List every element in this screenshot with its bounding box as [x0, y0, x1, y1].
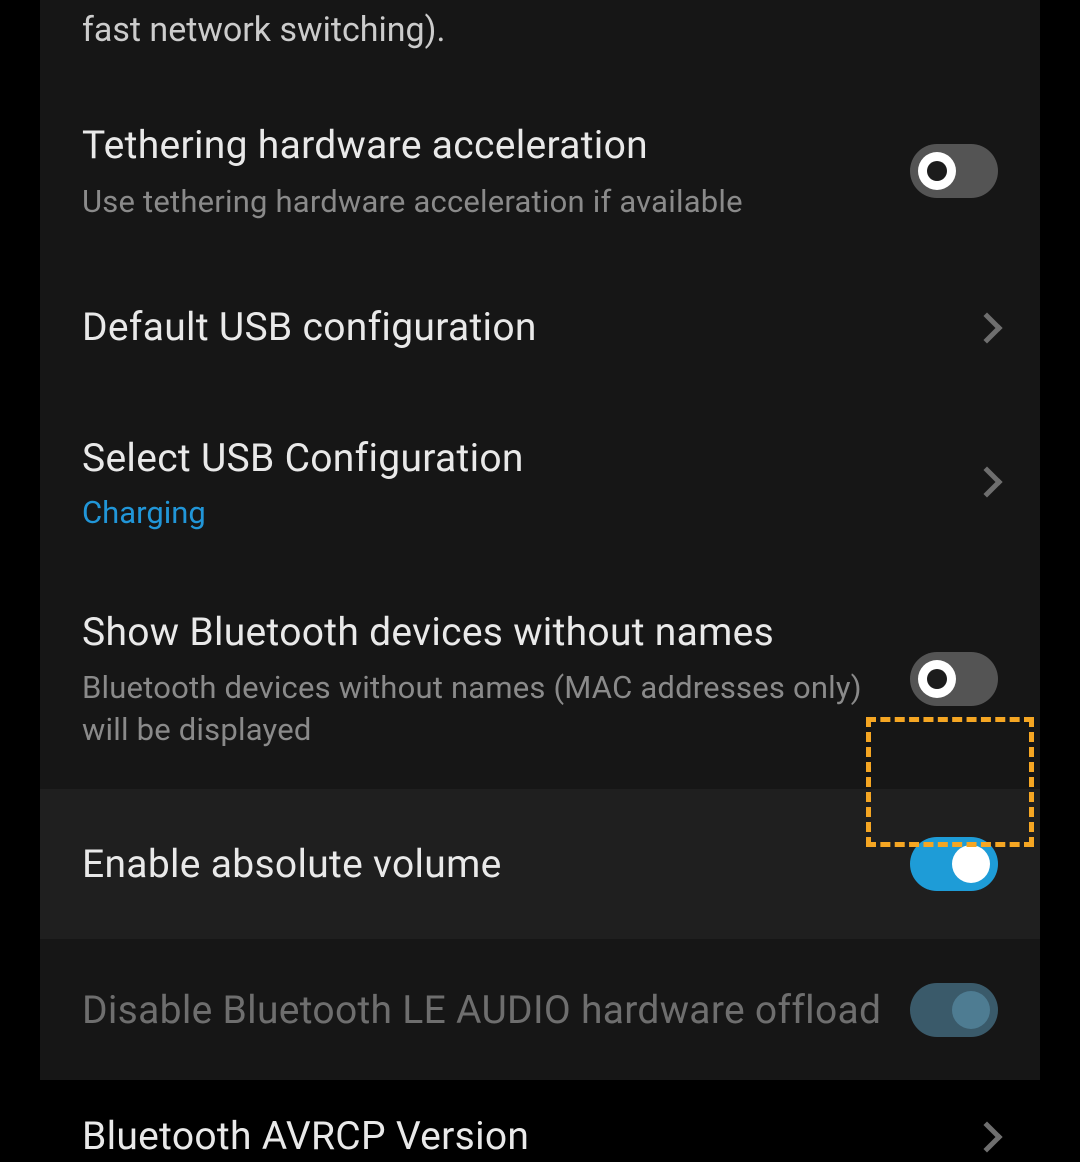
row-subtitle: Bluetooth devices without names (MAC add…: [82, 667, 886, 751]
toggle-knob: [918, 660, 956, 698]
row-title: Bluetooth AVRCP Version: [82, 1111, 952, 1162]
row-subtitle: Use tethering hardware acceleration if a…: [82, 181, 886, 223]
row-select-usb-config[interactable]: Select USB Configuration Charging: [40, 395, 1040, 569]
row-title: Select USB Configuration: [82, 433, 952, 484]
toggle-show-bt-without-names[interactable]: [910, 652, 998, 706]
row-tethering-hw-accel[interactable]: Tethering hardware acceleration Use teth…: [40, 82, 1040, 261]
chevron-right-icon: [971, 312, 1002, 343]
row-title: Disable Bluetooth LE AUDIO hardware offl…: [82, 985, 886, 1036]
settings-panel: fast network switching). Tethering hardw…: [40, 0, 1040, 1080]
toggle-disable-bt-le-audio-offload: [910, 983, 998, 1037]
row-title: Tethering hardware acceleration: [82, 120, 886, 171]
toggle-knob: [918, 152, 956, 190]
row-title: Default USB configuration: [82, 302, 952, 353]
chevron-right-icon: [971, 466, 1002, 497]
toggle-enable-absolute-volume[interactable]: [910, 837, 998, 891]
row-mobile-data-partial[interactable]: fast network switching).: [40, 0, 1040, 82]
row-title: Enable absolute volume: [82, 839, 886, 890]
toggle-knob: [952, 845, 990, 883]
toggle-tethering-hw-accel[interactable]: [910, 144, 998, 198]
row-value: Charging: [82, 494, 952, 531]
row-disable-bt-le-audio-offload: Disable Bluetooth LE AUDIO hardware offl…: [40, 939, 1040, 1081]
row-default-usb-config[interactable]: Default USB configuration: [40, 260, 1040, 395]
row-bt-avrcp-version[interactable]: Bluetooth AVRCP Version: [40, 1081, 1040, 1162]
toggle-knob: [952, 991, 990, 1029]
row-enable-absolute-volume[interactable]: Enable absolute volume: [40, 789, 1040, 939]
chevron-right-icon: [971, 1121, 1002, 1152]
row-title: Show Bluetooth devices without names: [82, 607, 886, 658]
row-show-bt-without-names[interactable]: Show Bluetooth devices without names Blu…: [40, 569, 1040, 789]
row-subtitle: fast network switching).: [82, 8, 886, 54]
